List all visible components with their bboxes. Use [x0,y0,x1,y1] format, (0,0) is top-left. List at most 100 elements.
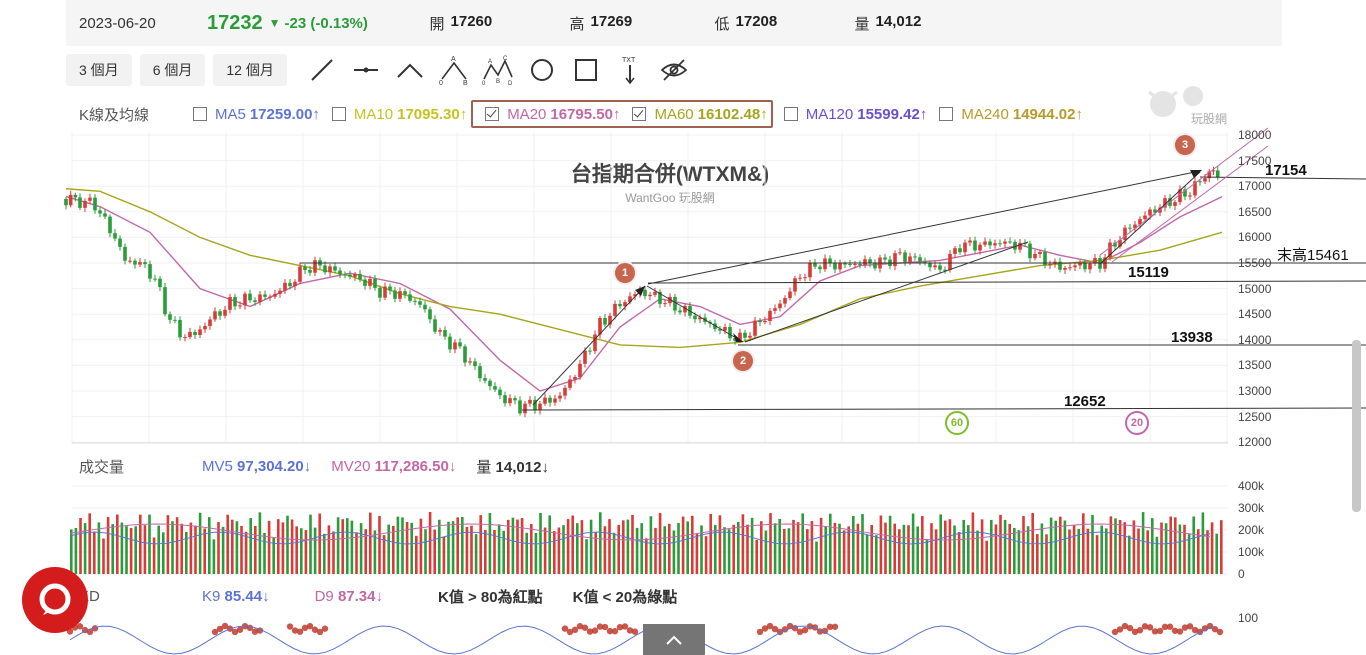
candle-body [588,350,592,352]
candle-body [998,243,1002,245]
candle-body [418,301,422,305]
volume-bar [93,531,96,574]
candle-body [1113,242,1117,247]
candle-body [1183,189,1187,197]
volume-bar [948,519,952,574]
level-label-17154: 17154 [1265,162,1307,179]
volume-bar [741,514,745,574]
candle-body [1143,215,1147,220]
volume-bar [1178,524,1182,574]
volume-bar [1100,525,1103,574]
candle-body [708,321,712,324]
candle-body [1048,263,1052,266]
volume-bar [870,524,873,574]
candle-body [853,264,857,266]
ma-toggle-ma5[interactable]: MA5 17259.00 ↑ [193,106,320,123]
volume-bar [175,517,179,574]
candle-body [1103,257,1107,269]
wave-icon[interactable] [393,54,427,86]
ma5-checkbox[interactable] [193,107,207,121]
ma-toggle-ma10[interactable]: MA10 17095.30 ↑ [331,106,467,123]
kd-dot [86,628,94,636]
volume-bar [668,523,671,574]
volume-bar [350,520,354,574]
trend-line-icon[interactable] [305,54,339,86]
svg-text:B: B [496,79,500,85]
period-6m-button[interactable]: 6 個月 [139,54,206,86]
circle-icon[interactable] [525,54,559,86]
volume-bar [755,539,758,574]
volume-bar [194,525,197,574]
volume-bar [893,523,896,574]
chat-button[interactable] [22,567,88,633]
rectangle-icon[interactable] [569,54,603,86]
level-label-13938: 13938 [1171,329,1213,346]
candle-body [478,366,482,379]
volume-bar [428,512,432,574]
ma20-tag: 20 [1125,411,1149,435]
volume-bar [654,527,657,574]
volume-bar [152,537,156,574]
volume-axis-tick: 200k [1238,523,1265,537]
candle-body [848,263,852,265]
kd-note-red: K值 > 80為紅點 [437,588,543,606]
volume-bar [74,527,78,574]
kd-dot [586,628,594,635]
candle-body [503,395,507,404]
candle-body [1068,267,1072,269]
candle-body [543,397,547,404]
volume-bar [520,517,524,574]
wantgoo-logo: 玩股網 [1143,84,1238,126]
kd-dot [1131,628,1139,636]
candle-body [173,319,177,321]
volume-bar [300,528,303,574]
volume-bar [474,534,478,574]
price-axis-tick: 12000 [1238,435,1272,450]
ma10-checkbox[interactable] [331,107,346,121]
ma240-checkbox[interactable] [939,107,954,121]
period-3m-button[interactable]: 3 個月 [66,54,132,86]
candle-body [723,327,727,331]
candle-body [718,329,722,331]
candle-body [108,216,112,234]
scroll-top-button[interactable] [643,624,705,655]
svg-text:0: 0 [482,81,486,85]
page-scrollbar[interactable] [1352,340,1361,512]
candle-body [1188,195,1192,197]
candle-body [923,261,927,264]
ma-toggle-ma120[interactable]: MA120 15599.42 ↑ [783,106,927,123]
price-axis-tick: 17000 [1238,179,1272,194]
price-axis-tick: 12500 [1238,409,1272,424]
ma-toggle-ma240[interactable]: MA240 14944.02 ↑ [939,106,1083,123]
volume-bar [1017,530,1021,574]
candle-body [103,213,107,217]
kd-dot [571,626,579,634]
candle-body [453,342,457,350]
candle-body [858,264,862,266]
candle-body [943,269,947,271]
volume-axis-tick: 300k [1238,501,1265,515]
volume-bar [967,525,970,574]
candle-body [658,291,662,304]
volume-bar [456,517,459,574]
volume-bar [622,520,625,574]
quote-price: 17232 [207,11,263,34]
k9-legend: K9 85.44↓ [202,587,270,605]
abcd-wave-icon[interactable]: A C 0 B D [481,54,515,86]
volume-bar [847,526,850,574]
text-icon[interactable]: TXT [613,54,647,86]
volume-bar [244,531,248,574]
candle-body [318,260,322,266]
candle-body [168,314,172,320]
ma120-checkbox[interactable] [783,107,798,121]
candle-body [768,310,772,321]
candle-body [1153,209,1157,213]
kd-dot [1216,628,1224,636]
horizontal-line-icon[interactable] [349,54,383,86]
candle-body [218,311,222,316]
abc-wave-icon[interactable]: A 0 B [437,54,471,86]
candle-body [508,398,512,404]
hide-icon[interactable] [657,54,691,86]
period-12m-button[interactable]: 12 個月 [213,54,287,86]
kd-dot [626,627,634,634]
